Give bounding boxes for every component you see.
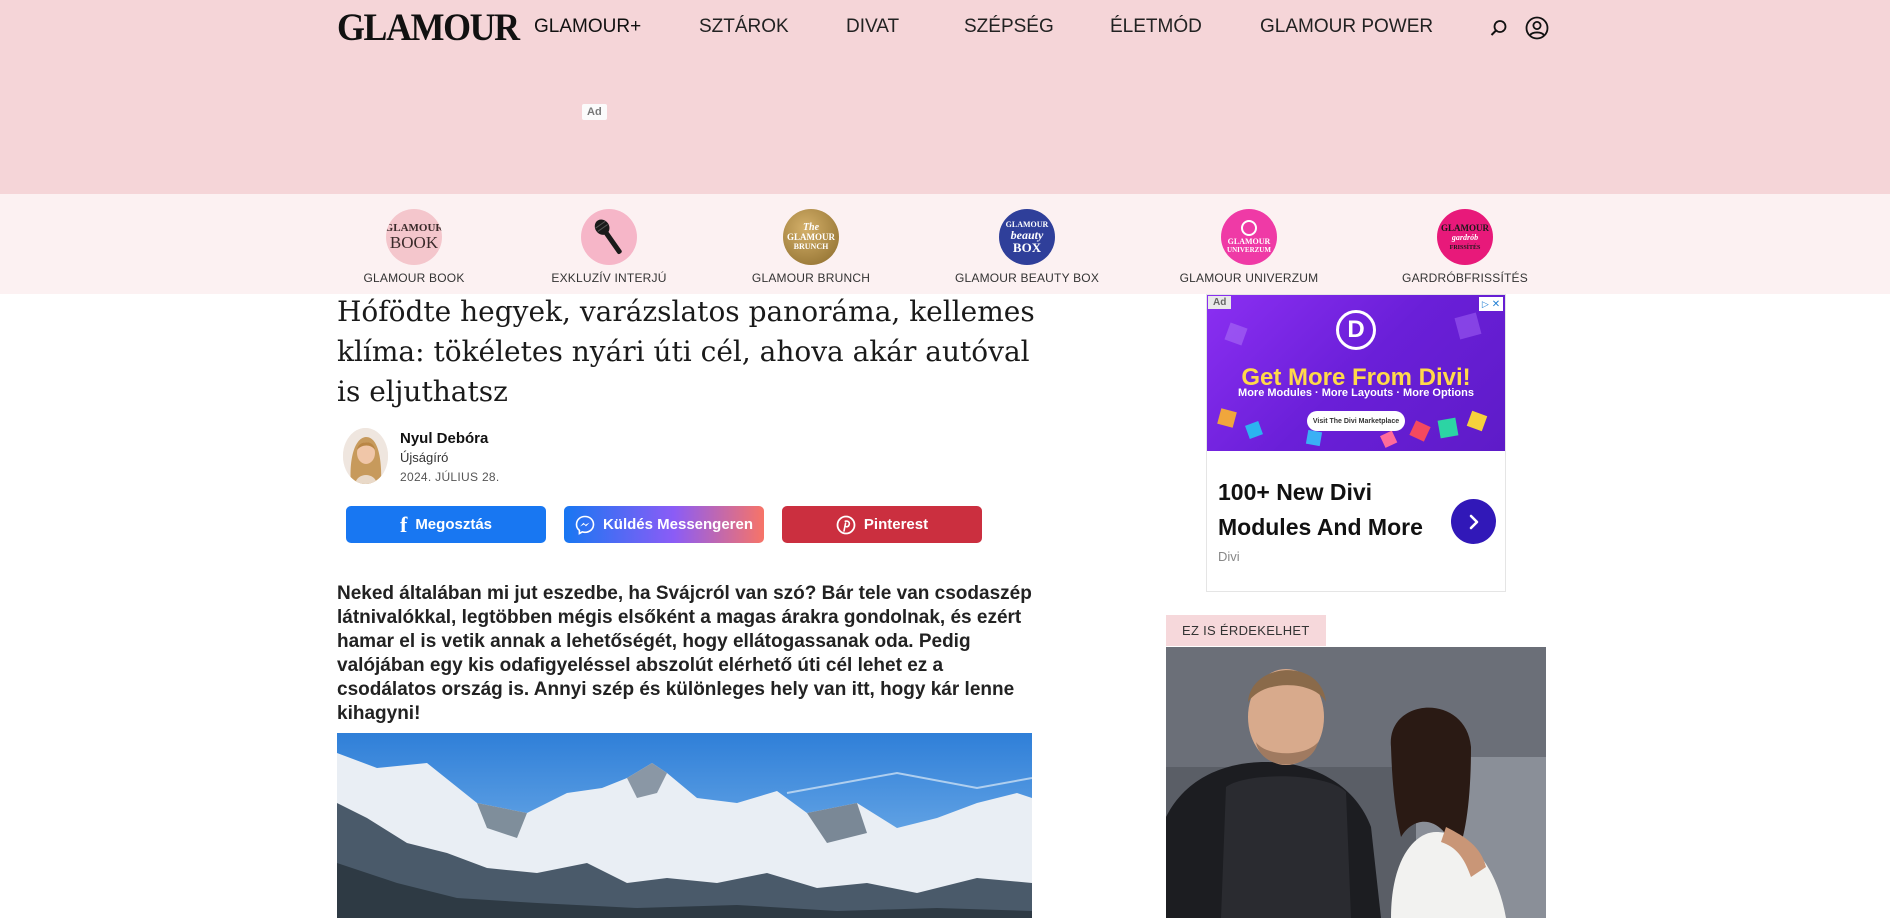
glamour-logo[interactable]: GLAMOUR xyxy=(337,5,520,50)
category-label: GLAMOUR BOOK xyxy=(363,271,465,285)
article-lead: Neked általában mi jut eszedbe, ha Svájc… xyxy=(337,583,1032,724)
article-hero-image[interactable] xyxy=(337,733,1032,918)
messenger-share-button[interactable]: Küldés Messengeren xyxy=(564,506,764,543)
ad-label: Ad xyxy=(582,104,607,120)
category-label: GLAMOUR UNIVERZUM xyxy=(1179,271,1319,285)
category-glamour-brunch[interactable]: The GLAMOUR BRUNCH GLAMOUR BRUNCH xyxy=(701,209,921,285)
univerzum-icon: GLAMOUR UNIVERZUM xyxy=(1221,209,1277,265)
messenger-icon xyxy=(575,515,595,535)
pinterest-share-label: Pinterest xyxy=(863,516,929,533)
category-label: GLAMOUR BRUNCH xyxy=(751,271,871,285)
publish-date: 2024. JÚLIUS 28. xyxy=(400,470,500,484)
messenger-share-label: Küldés Messengeren xyxy=(602,516,754,533)
beauty-box-icon: GLAMOUR beauty BOX xyxy=(999,209,1055,265)
ad-banner-image[interactable]: D Get More From Divi! More Modules · Mor… xyxy=(1207,295,1505,451)
facebook-share-button[interactable]: f Megosztás xyxy=(346,506,546,543)
header: GLAMOUR GLAMOUR+ SZTÁROK DIVAT SZÉPSÉG É… xyxy=(0,0,1890,194)
category-label: EXKLUZÍV INTERJÚ xyxy=(551,271,667,285)
ad-title[interactable]: 100+ New Divi Modules And More xyxy=(1218,475,1438,545)
ad-source: Divi xyxy=(1218,549,1240,564)
facebook-icon: f xyxy=(399,511,408,537)
category-glamour-book[interactable]: GLAMOUR BOOK GLAMOUR BOOK xyxy=(304,209,524,285)
category-glamour-univerzum[interactable]: GLAMOUR UNIVERZUM GLAMOUR UNIVERZUM xyxy=(1139,209,1359,285)
category-label: GARDRÓBFRISSÍTÉS xyxy=(1402,271,1528,285)
nav-eletmod[interactable]: ÉLETMÓD xyxy=(1110,16,1202,38)
adchoices-close-icon[interactable]: ▷ ✕ xyxy=(1479,297,1503,311)
pinterest-icon xyxy=(836,515,856,534)
author-role: Újságíró xyxy=(400,450,449,465)
ad-subline: More Modules · More Layouts · More Optio… xyxy=(1238,387,1474,399)
category-strip: GLAMOUR BOOK GLAMOUR BOOK EXKLUZÍV INTERJ… xyxy=(0,194,1890,294)
pinterest-share-button[interactable]: Pinterest xyxy=(782,506,982,543)
divi-logo-icon: D xyxy=(1336,310,1376,350)
author-name[interactable]: Nyul Debóra xyxy=(400,430,488,447)
glamour-brunch-icon: The GLAMOUR BRUNCH xyxy=(783,209,839,265)
category-gardrobfrissites[interactable]: GLAMOUR gardrób FRISSÍTÉS GARDRÓBFRISSÍTÉS xyxy=(1355,209,1575,285)
nav-glamour-power[interactable]: GLAMOUR POWER xyxy=(1260,16,1433,38)
search-icon[interactable] xyxy=(1490,19,1508,37)
ad-cta-button[interactable]: Visit The Divi Marketplace xyxy=(1307,411,1405,431)
user-account-icon[interactable] xyxy=(1525,16,1549,40)
related-label: EZ IS ÉRDEKELHET xyxy=(1166,615,1326,646)
category-glamour-beauty-box[interactable]: GLAMOUR beauty BOX GLAMOUR BEAUTY BOX xyxy=(917,209,1137,285)
category-exkluziv-interju[interactable]: EXKLUZÍV INTERJÚ xyxy=(499,209,719,285)
sidebar-ad[interactable]: D Get More From Divi! More Modules · Mor… xyxy=(1206,294,1506,592)
facebook-share-label: Megosztás xyxy=(415,516,492,533)
gardrob-icon: GLAMOUR gardrób FRISSÍTÉS xyxy=(1437,209,1493,265)
nav-glamour-plus[interactable]: GLAMOUR+ xyxy=(534,16,641,38)
microphone-icon xyxy=(581,209,637,265)
category-label: GLAMOUR BEAUTY BOX xyxy=(954,271,1100,285)
nav-szepseg[interactable]: SZÉPSÉG xyxy=(964,16,1054,38)
ad-label: Ad xyxy=(1208,296,1232,309)
nav-divat[interactable]: DIVAT xyxy=(846,16,899,38)
author-avatar[interactable] xyxy=(343,428,388,484)
related-article-image[interactable] xyxy=(1166,647,1546,918)
glamour-book-icon: GLAMOUR BOOK xyxy=(386,209,442,265)
chevron-right-icon[interactable] xyxy=(1451,499,1496,544)
nav-sztarok[interactable]: SZTÁROK xyxy=(699,16,789,38)
article-title: Hófödte hegyek, varázslatos panoráma, ke… xyxy=(337,295,1035,408)
